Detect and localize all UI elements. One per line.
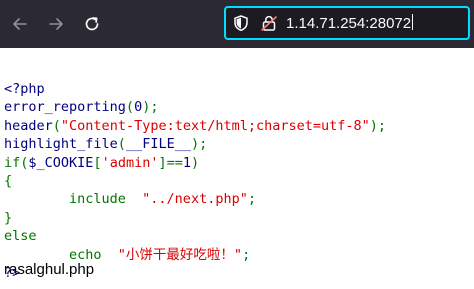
reload-icon (85, 17, 99, 31)
code-line: header("Content-Type:text/html;charset=u… (4, 117, 386, 135)
url-field[interactable]: 1.14.71.254:28072 (286, 14, 414, 33)
code-token: "小饼干最好吃啦！" (117, 246, 243, 263)
code-token: __FILE__ (125, 136, 191, 153)
code-token: 1 (182, 154, 191, 171)
address-bar[interactable]: 1.14.71.254:28072 (224, 6, 470, 40)
code-token: ( (125, 99, 135, 116)
code-line: include "../next.php"; (4, 190, 386, 208)
code-token: } (4, 209, 13, 226)
code-token: else (4, 228, 37, 245)
code-token: [ (93, 154, 102, 171)
code-line: highlight_file(__FILE__); (4, 135, 386, 153)
forward-arrow-icon (49, 18, 63, 30)
back-arrow-icon (13, 18, 27, 30)
page-text-filename: rasalghul.php (4, 261, 95, 278)
code-token: 0 (134, 99, 143, 116)
reload-button[interactable] (78, 10, 106, 38)
back-button[interactable] (6, 10, 34, 38)
url-text: 1.14.71.254:28072 (286, 15, 412, 32)
code-line: { (4, 172, 386, 190)
code-token: highlight_file (4, 136, 118, 153)
code-line: else (4, 227, 386, 245)
text-cursor (412, 14, 414, 30)
code-line: } (4, 209, 386, 227)
code-token: "Content-Type:text/html;charset=utf-8" (60, 117, 370, 134)
code-token: ]== (158, 154, 183, 171)
code-line: error_reporting(0); (4, 98, 386, 116)
lock-icon[interactable] (260, 14, 278, 32)
php-source-code: <?php error_reporting(0); header("Content-… (4, 80, 386, 282)
code-line: if($_COOKIE['admin']==1) (4, 154, 386, 172)
code-token: $_COOKIE (28, 154, 94, 171)
browser-toolbar: 1.14.71.254:28072 (0, 0, 474, 48)
code-token: "../next.php" (142, 191, 248, 208)
code-token: 'admin' (101, 154, 159, 171)
forward-button[interactable] (42, 10, 70, 38)
shield-icon[interactable] (232, 14, 250, 32)
code-token: ); (369, 117, 387, 134)
code-token: ); (142, 99, 159, 116)
code-token: ; (242, 246, 251, 263)
code-token: ) (191, 154, 200, 171)
code-line: <?php (4, 80, 386, 98)
code-token: include (4, 191, 143, 208)
code-token: ( (117, 136, 126, 153)
code-token: ( (52, 117, 61, 134)
code-token: <?php (4, 81, 45, 97)
code-token: ); (190, 136, 208, 153)
code-token: { (4, 173, 13, 190)
code-token: ; (247, 191, 256, 208)
code-token: error_reporting (4, 99, 126, 116)
code-token: if( (4, 154, 29, 171)
code-token: header (4, 117, 53, 134)
